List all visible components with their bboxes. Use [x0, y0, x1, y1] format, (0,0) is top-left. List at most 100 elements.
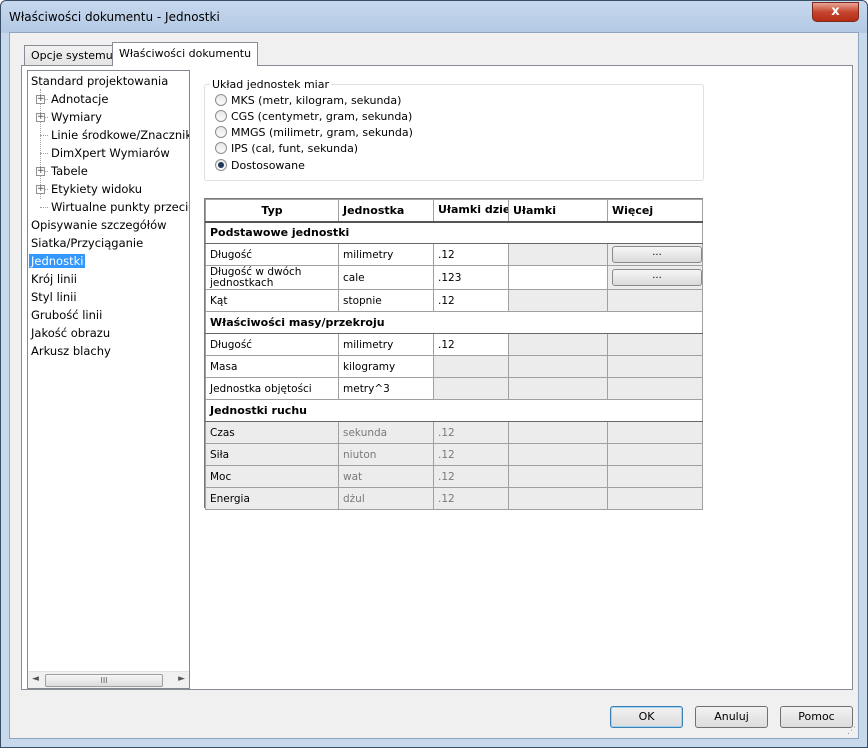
- radio-custom[interactable]: Dostosowane: [215, 158, 305, 174]
- table-row[interactable]: Jednostka objętości metry^3: [205, 377, 703, 400]
- close-button[interactable]: x: [812, 2, 859, 22]
- tab-system-options[interactable]: Opcje systemu: [24, 45, 120, 66]
- cell-type: Kąt: [205, 289, 339, 312]
- tree-item-detailing[interactable]: Opisywanie szczegółów: [31, 217, 167, 235]
- radio-mks[interactable]: MKS (metr, kilogram, sekunda): [215, 93, 401, 109]
- cell-more: [607, 465, 703, 488]
- cell-decimals-dropdown[interactable]: .12: [433, 243, 509, 266]
- tree-connector: [40, 135, 48, 136]
- cell-decimals: .12: [433, 465, 509, 488]
- cell-more: [607, 487, 703, 510]
- tree-item-dimxpert[interactable]: DimXpert Wymiarów: [51, 145, 170, 163]
- cell-type: Moc: [205, 465, 339, 488]
- table-row[interactable]: Długość milimetry .12: [205, 333, 703, 356]
- cell-fractions: [508, 465, 608, 488]
- dialog-window: Właściwości dokumentu - Jednostki x Opcj…: [0, 0, 868, 748]
- cell-more: [607, 355, 703, 378]
- tree-item-grid-snap[interactable]: Siatka/Przyciąganie: [31, 235, 143, 253]
- table-row: Moc wat .12: [205, 465, 703, 488]
- tree-item-line-font[interactable]: Krój linii: [31, 271, 77, 289]
- units-grid: Typ Jednostka Ułamki dziesiętne Ułamki W…: [204, 198, 703, 510]
- cell-fractions: [508, 421, 608, 444]
- help-button[interactable]: Pomoc: [780, 706, 853, 728]
- cell-type: Siła: [205, 443, 339, 466]
- more-button[interactable]: ...: [612, 246, 702, 263]
- more-button[interactable]: ...: [612, 269, 702, 286]
- cell-fractions: [508, 355, 608, 378]
- tree-connector-line: [40, 89, 41, 199]
- cell-decimals-dropdown[interactable]: .12: [433, 333, 509, 356]
- cell-decimals-dropdown[interactable]: .123: [433, 265, 509, 290]
- expand-icon[interactable]: +: [36, 167, 45, 176]
- table-row[interactable]: Masa kilogramy: [205, 355, 703, 378]
- tree-item-dimensions[interactable]: Wymiary: [51, 109, 102, 127]
- cell-unit-dropdown[interactable]: milimetry: [338, 333, 434, 356]
- radio-selected-icon: [215, 159, 227, 171]
- close-icon: x: [831, 4, 840, 19]
- cell-unit-dropdown[interactable]: milimetry: [338, 243, 434, 266]
- scroll-right-icon[interactable]: ►: [178, 674, 185, 684]
- section-basic-units: Podstawowe jednostki: [205, 221, 703, 244]
- cell-unit-dropdown[interactable]: stopnie: [338, 289, 434, 312]
- tree-item-tables[interactable]: Tabele: [51, 163, 88, 181]
- section-mass-properties: Właściwości masy/przekroju: [205, 311, 703, 334]
- cell-decimals-dropdown[interactable]: .12: [433, 289, 509, 312]
- section-motion-units: Jednostki ruchu: [205, 399, 703, 422]
- cell-more: ...: [607, 265, 703, 290]
- cell-decimals: [433, 377, 509, 400]
- cell-unit: wat: [338, 465, 434, 488]
- title-bar[interactable]: Właściwości dokumentu - Jednostki x: [1, 1, 867, 33]
- cell-more: [607, 377, 703, 400]
- cancel-button[interactable]: Anuluj: [695, 706, 768, 728]
- tab-document-properties[interactable]: Właściwości dokumentu: [112, 42, 259, 66]
- tree-item-design-standard[interactable]: Standard projektowania: [31, 73, 168, 91]
- table-row[interactable]: Kąt stopnie .12: [205, 289, 703, 312]
- expand-icon[interactable]: +: [36, 113, 45, 122]
- tree-item-image-quality[interactable]: Jakość obrazu: [31, 325, 110, 343]
- tree-item-sheet-metal[interactable]: Arkusz blachy: [31, 343, 111, 361]
- radio-cgs[interactable]: CGS (centymetr, gram, sekunda): [215, 109, 412, 125]
- cell-unit-dropdown[interactable]: cale: [338, 265, 434, 290]
- cell-fractions-dropdown[interactable]: [508, 265, 608, 290]
- scroll-left-icon[interactable]: ◄: [32, 674, 39, 684]
- cell-unit-dropdown[interactable]: kilogramy: [338, 355, 434, 378]
- radio-ips[interactable]: IPS (cal, funt, sekunda): [215, 141, 358, 157]
- cell-type: Długość: [205, 333, 339, 356]
- radio-icon: [215, 94, 227, 106]
- tree-item-view-labels[interactable]: Etykiety widoku: [51, 181, 142, 199]
- tree-connector: [40, 153, 48, 154]
- options-tree[interactable]: Standard projektowania + Adnotacje + Wym…: [27, 70, 190, 689]
- cell-unit: niuton: [338, 443, 434, 466]
- section-row: Właściwości masy/przekroju: [205, 311, 703, 334]
- cell-unit-dropdown[interactable]: metry^3: [338, 377, 434, 400]
- table-row: Czas sekunda .12: [205, 421, 703, 444]
- radio-mmgs[interactable]: MMGS (milimetr, gram, sekunda): [215, 125, 413, 141]
- tree-item-annotations[interactable]: Adnotacje: [51, 91, 108, 109]
- table-row[interactable]: Długość milimetry .12 ...: [205, 243, 703, 266]
- tree-item-centerlines[interactable]: Linie środkowe/Znaczniki: [51, 127, 189, 145]
- cell-more: [607, 333, 703, 356]
- dialog-client-area: Opcje systemu Właściwości dokumentu Stan…: [9, 32, 859, 739]
- scrollbar-thumb[interactable]: III: [45, 674, 163, 687]
- table-row[interactable]: Długość w dwóch jednostkach cale .123 ..…: [205, 265, 703, 290]
- radio-icon: [215, 126, 227, 138]
- tree-item-line-thickness[interactable]: Grubość linii: [31, 307, 102, 325]
- cell-fractions: [508, 333, 608, 356]
- expand-icon[interactable]: +: [36, 185, 45, 194]
- radio-icon: [215, 110, 227, 122]
- resize-grip-icon[interactable]: ⋰: [847, 726, 856, 736]
- horizontal-scrollbar[interactable]: ◄ III ►: [28, 671, 189, 688]
- cell-unit: dżul: [338, 487, 434, 510]
- tree-item-units[interactable]: Jednostki: [29, 253, 86, 271]
- expand-icon[interactable]: +: [36, 95, 45, 104]
- cell-type: Energia: [205, 487, 339, 510]
- radio-icon: [215, 142, 227, 154]
- grid-header-row: Typ Jednostka Ułamki dziesiętne Ułamki W…: [205, 199, 703, 223]
- tree-item-virtual-sharps[interactable]: Wirtualne punkty przecięcia: [51, 199, 189, 217]
- window-title: Właściwości dokumentu - Jednostki: [9, 10, 220, 24]
- ok-button[interactable]: OK: [610, 706, 683, 728]
- section-row: Jednostki ruchu: [205, 399, 703, 422]
- section-row: Podstawowe jednostki: [205, 221, 703, 244]
- table-row: Siła niuton .12: [205, 443, 703, 466]
- tree-item-line-style[interactable]: Styl linii: [31, 289, 77, 307]
